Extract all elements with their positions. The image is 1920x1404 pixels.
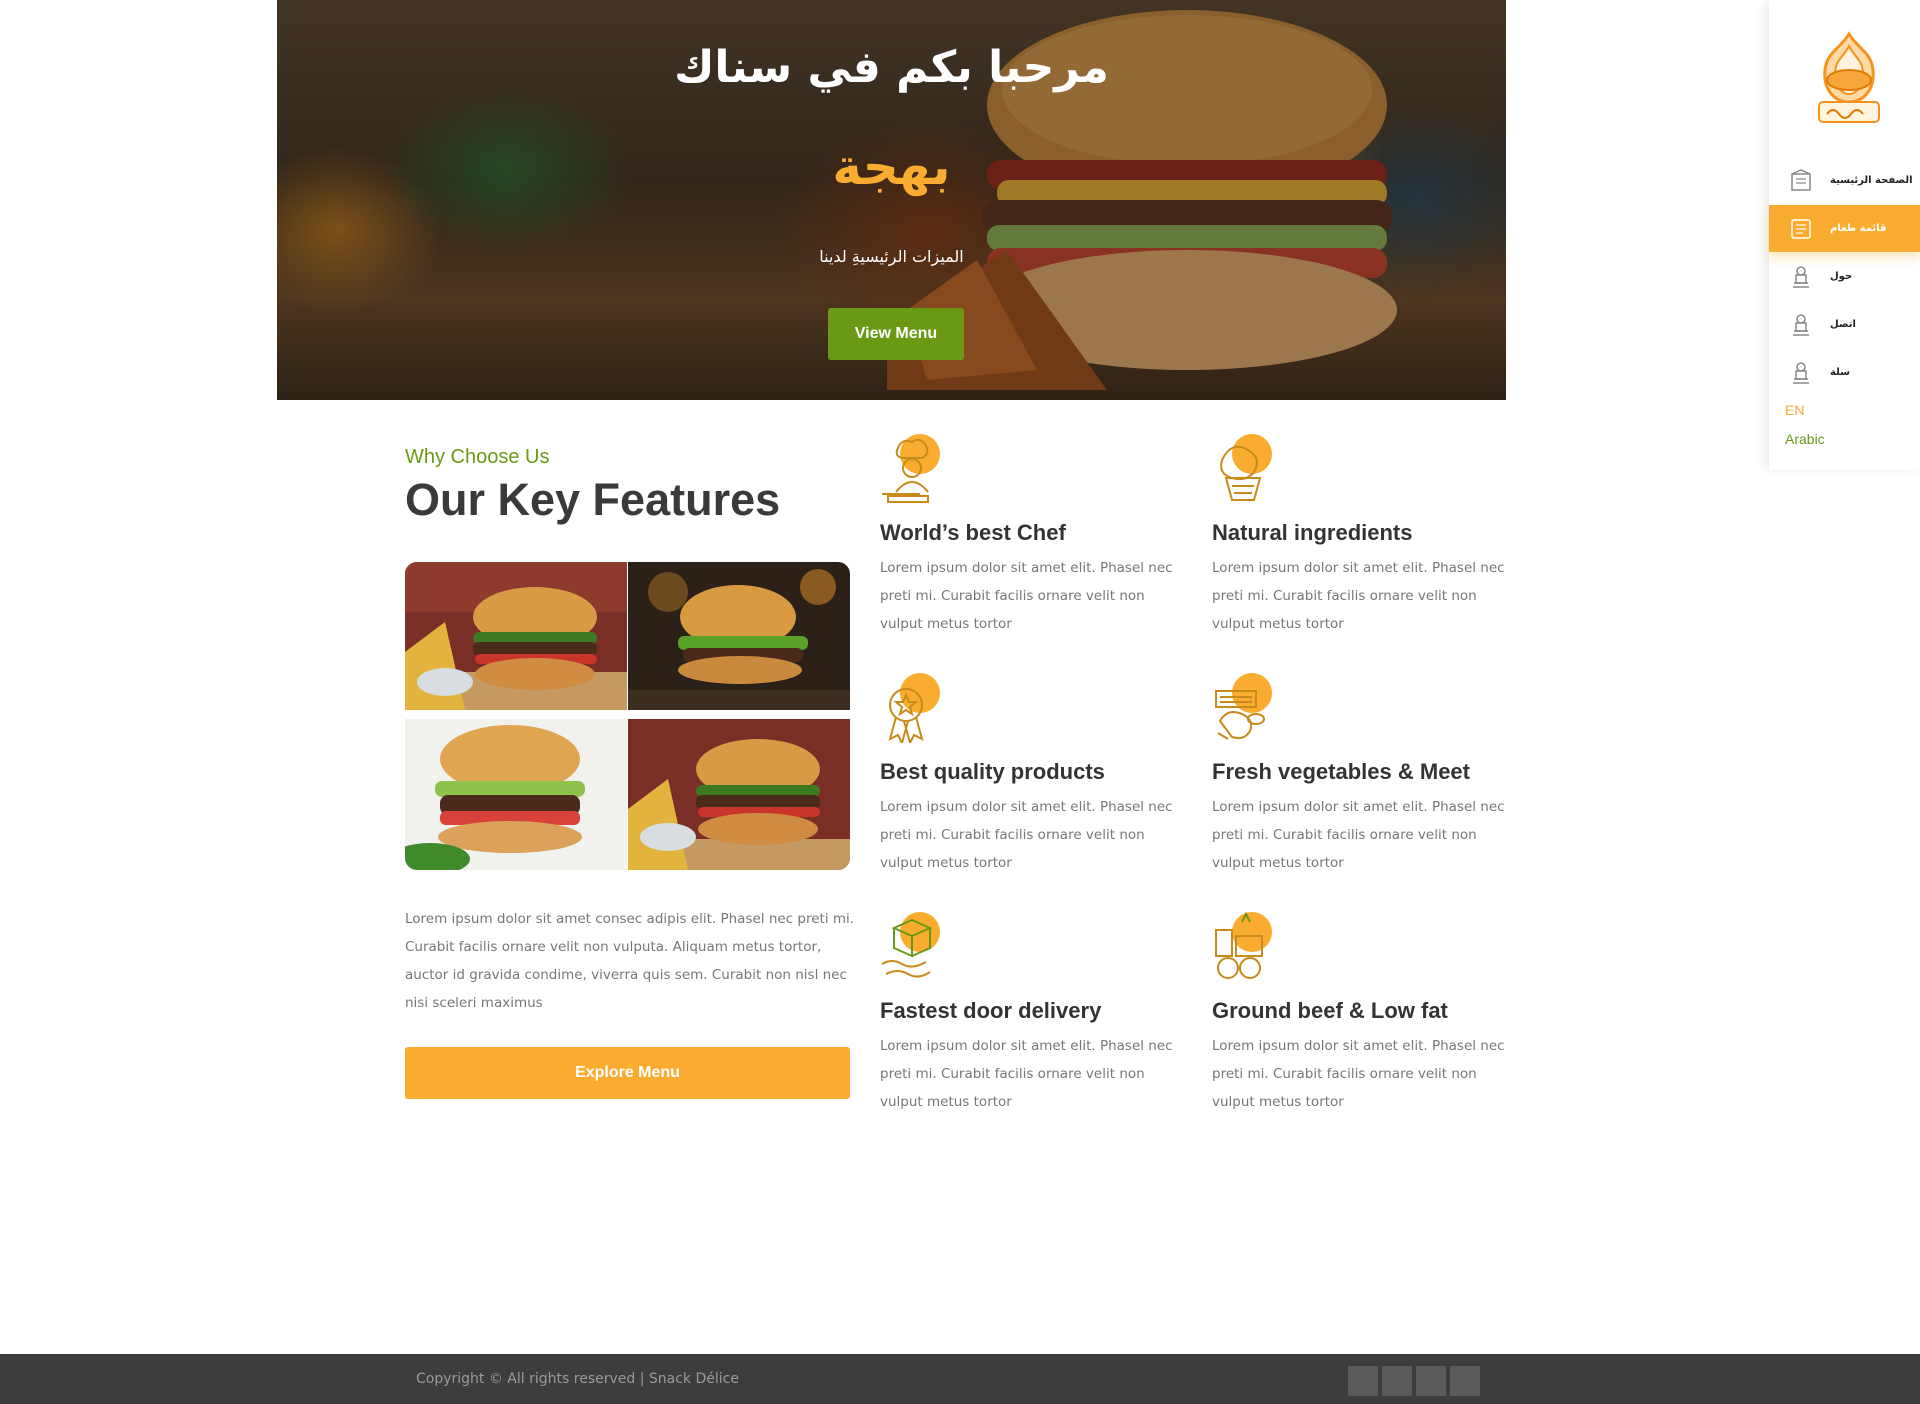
delivery-box-icon — [881, 912, 940, 978]
sidebar-item-menu[interactable]: قائمة طعام — [1769, 205, 1920, 252]
chef-icon — [1793, 313, 1809, 336]
gallery-photo — [405, 562, 627, 710]
chef-icon — [1793, 265, 1809, 288]
language-arabic-link[interactable]: Arabic — [1785, 431, 1825, 447]
social-link[interactable] — [1416, 1366, 1446, 1396]
social-link[interactable] — [1348, 1366, 1378, 1396]
section-eyebrow: Why Choose Us — [405, 446, 550, 468]
sidebar-item-contact[interactable]: اتصل — [1769, 301, 1920, 348]
explore-menu-button[interactable]: Explore Menu — [405, 1047, 850, 1099]
vegetables-icon — [1220, 434, 1272, 501]
language-en-link[interactable]: EN — [1785, 402, 1804, 418]
feature-title: World’s best Chef — [880, 520, 1066, 545]
chef-icon — [1793, 361, 1809, 384]
sidebar-item-label: حول — [1830, 271, 1853, 282]
social-link[interactable] — [1450, 1366, 1480, 1396]
chef-icon — [882, 434, 940, 503]
hero-banner: مرحبا بكم في سناك بهجة الميزات الرئيسيةِ… — [277, 0, 1506, 400]
feature-title: Natural ingredients — [1212, 520, 1413, 545]
sidebar-item-about[interactable]: حول — [1769, 253, 1920, 300]
grocery-icon — [1215, 912, 1272, 979]
gallery-photo — [628, 562, 850, 710]
view-menu-button[interactable]: View Menu — [828, 308, 964, 360]
meat-icon — [1215, 673, 1272, 740]
site-footer: Copyright © All rights reserved | Snack … — [0, 1354, 1920, 1404]
snack-delice-logo[interactable] — [1809, 30, 1889, 126]
feature-title: Best quality products — [880, 759, 1105, 784]
gallery-photo — [628, 719, 850, 870]
menu-board-icon — [1791, 218, 1811, 239]
feature-description: Lorem ipsum dolor sit amet elit. Phasel … — [880, 1038, 1173, 1110]
section-intro-text: Lorem ipsum dolor sit amet consec adipis… — [405, 911, 855, 1011]
hero-subtitle: الميزات الرئيسيةِ لدينا — [819, 247, 964, 266]
sidebar-item-label: اتصل — [1830, 319, 1856, 330]
hero-title: مرحبا بكم في سناك — [674, 42, 1109, 93]
social-link[interactable] — [1382, 1366, 1412, 1396]
sidebar-item-home[interactable]: الصفحة الرئيسية — [1769, 157, 1920, 204]
feature-title: Fastest door delivery — [880, 998, 1102, 1023]
sidebar-nav: الصفحة الرئيسية قائمة طعام حول اتصل سلة … — [1769, 0, 1920, 470]
feature-title: Ground beef & Low fat — [1212, 998, 1448, 1023]
sidebar-item-cart[interactable]: سلة — [1769, 349, 1920, 396]
quality-badge-icon — [888, 673, 940, 743]
feature-description: Lorem ipsum dolor sit amet elit. Phasel … — [1212, 799, 1505, 871]
sidebar-item-label: الصفحة الرئيسية — [1830, 175, 1913, 186]
section-title: Our Key Features — [405, 474, 781, 525]
hero-accent-word: بهجة — [832, 138, 951, 196]
sidebar-item-label: قائمة طعام — [1830, 223, 1887, 234]
feature-description: Lorem ipsum dolor sit amet elit. Phasel … — [880, 799, 1173, 871]
feature-description: Lorem ipsum dolor sit amet elit. Phasel … — [880, 560, 1173, 632]
feature-description: Lorem ipsum dolor sit amet elit. Phasel … — [1212, 1038, 1505, 1110]
gallery-photo — [405, 719, 627, 870]
footer-copyright: Copyright © All rights reserved | Snack … — [416, 1371, 739, 1387]
sidebar-item-label: سلة — [1830, 367, 1850, 378]
home-icon — [1791, 168, 1811, 191]
feature-title: Fresh vegetables & Meet — [1212, 759, 1470, 784]
feature-description: Lorem ipsum dolor sit amet elit. Phasel … — [1212, 560, 1505, 632]
burger-gallery — [405, 562, 850, 870]
